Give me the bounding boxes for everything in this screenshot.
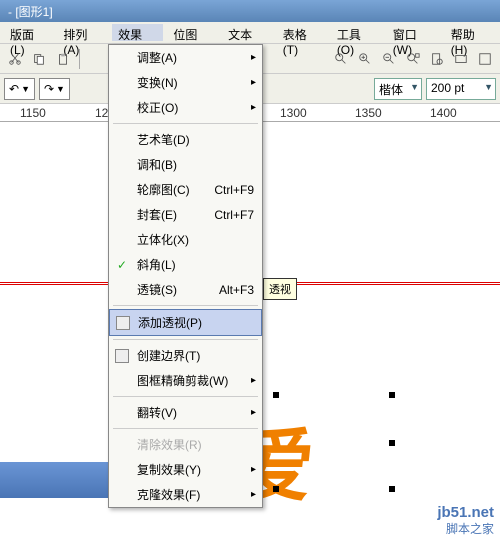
- ruler-tick: 1300: [280, 106, 307, 120]
- font-select[interactable]: 楷体: [374, 78, 422, 100]
- paste-button[interactable]: [52, 48, 74, 70]
- menu-item[interactable]: 透镜(S) Alt+F3: [109, 277, 262, 302]
- zoom-width-button[interactable]: [450, 48, 472, 70]
- menu-item-label: 调和(B): [137, 156, 177, 173]
- menu-separator: [113, 339, 258, 340]
- font-size: 200 pt: [431, 81, 464, 95]
- menu-item[interactable]: 立体化(X): [109, 227, 262, 252]
- menubar: 版面(L) 排列(A) 效果(C) 位图(B) 文本(X) 表格(T) 工具(O…: [0, 22, 500, 44]
- effects-menu-dropdown: 调整(A) 变换(N) 校正(O) 艺术笔(D) 调和(B) 轮廓图(C) Ctrl+F9 封…: [108, 44, 263, 508]
- menu-item-label: 克隆效果(F): [137, 486, 200, 503]
- menu-item[interactable]: 创建边界(T): [109, 343, 262, 368]
- menu-item-label: 调整(A): [137, 49, 177, 66]
- handle-n[interactable]: [273, 392, 279, 398]
- handle-e[interactable]: [389, 440, 395, 446]
- menu-item[interactable]: 调整(A): [109, 45, 262, 70]
- menu-item[interactable]: 校正(O): [109, 95, 262, 120]
- title-text: - [图形1]: [8, 3, 53, 20]
- menu-item: 清除效果(R): [109, 432, 262, 457]
- menu-item-label: 清除效果(R): [137, 436, 202, 453]
- menu-item[interactable]: 封套(E) Ctrl+F7: [109, 202, 262, 227]
- menu-window[interactable]: 窗口(W): [387, 24, 441, 41]
- menu-item[interactable]: 斜角(L): [109, 252, 262, 277]
- menu-item[interactable]: 图框精确剪裁(W): [109, 368, 262, 393]
- menu-item[interactable]: 轮廓图(C) Ctrl+F9: [109, 177, 262, 202]
- copy-button[interactable]: [28, 48, 50, 70]
- menu-item-label: 斜角(L): [137, 256, 176, 273]
- fontsize-select[interactable]: 200 pt: [426, 78, 496, 100]
- menu-effects[interactable]: 效果(C): [112, 24, 163, 41]
- ruler-tick: 1400: [430, 106, 457, 120]
- tooltip: 透视: [263, 278, 297, 300]
- menu-tools[interactable]: 工具(O): [331, 24, 383, 41]
- menu-item-shortcut: Alt+F3: [219, 283, 254, 297]
- menu-text[interactable]: 文本(X): [222, 24, 273, 41]
- menu-item-label: 透镜(S): [137, 281, 177, 298]
- menu-item-label: 校正(O): [137, 99, 178, 116]
- redo-icon: ↷: [44, 82, 54, 96]
- menu-table[interactable]: 表格(T): [277, 24, 327, 41]
- watermark-cn: 脚本之家: [437, 522, 494, 538]
- menu-item-label: 翻转(V): [137, 404, 177, 421]
- zoom-fit-button[interactable]: [402, 48, 424, 70]
- menu-item-label: 艺术笔(D): [137, 131, 190, 148]
- menu-separator: [113, 305, 258, 306]
- zoom-in-button[interactable]: [354, 48, 376, 70]
- menu-item-label: 创建边界(T): [137, 347, 200, 364]
- titlebar: - [图形1]: [0, 0, 500, 22]
- menu-bitmap[interactable]: 位图(B): [167, 24, 218, 41]
- menu-item-label: 封套(E): [137, 206, 177, 223]
- font-name: 楷体: [379, 83, 403, 97]
- menu-item-shortcut: Ctrl+F9: [214, 183, 254, 197]
- cut-button[interactable]: [4, 48, 26, 70]
- menu-item-label: 立体化(X): [137, 231, 189, 248]
- menu-item-label: 图框精确剪裁(W): [137, 372, 228, 389]
- menu-item-label: 轮廓图(C): [137, 181, 190, 198]
- menu-item[interactable]: 变换(N): [109, 70, 262, 95]
- menu-help[interactable]: 帮助(H): [445, 24, 496, 41]
- menu-item-label: 变换(N): [137, 74, 178, 91]
- menu-item[interactable]: 复制效果(Y): [109, 457, 262, 482]
- menu-separator: [113, 123, 258, 124]
- menu-item[interactable]: 克隆效果(F): [109, 482, 262, 507]
- menu-item[interactable]: 调和(B): [109, 152, 262, 177]
- menu-separator: [113, 396, 258, 397]
- menu-item[interactable]: 艺术笔(D): [109, 127, 262, 152]
- undo-button[interactable]: ↶▼: [4, 78, 35, 100]
- menu-item[interactable]: 翻转(V): [109, 400, 262, 425]
- menu-separator: [113, 428, 258, 429]
- menu-item-label: 复制效果(Y): [137, 461, 201, 478]
- redo-button[interactable]: ↷▼: [39, 78, 70, 100]
- ruler-tick: 1150: [20, 106, 46, 120]
- handle-s[interactable]: [273, 486, 279, 492]
- handle-ne[interactable]: [389, 392, 395, 398]
- watermark: jb51.net 脚本之家: [437, 503, 494, 538]
- watermark-url: jb51.net: [437, 503, 494, 523]
- zoom-all-button[interactable]: [474, 48, 496, 70]
- zoom-out-button[interactable]: [378, 48, 400, 70]
- menu-item-icon: [116, 316, 130, 330]
- menu-arrange[interactable]: 排列(A): [57, 24, 108, 41]
- menu-layout[interactable]: 版面(L): [4, 24, 53, 41]
- menu-item-icon: [115, 349, 129, 363]
- ruler-tick: 1350: [355, 106, 382, 120]
- separator: [79, 49, 80, 69]
- undo-icon: ↶: [9, 82, 19, 96]
- menu-item-label: 添加透视(P): [138, 314, 202, 331]
- zoom-page-button[interactable]: [426, 48, 448, 70]
- menu-item[interactable]: 添加透视(P): [109, 309, 262, 336]
- menu-item-shortcut: Ctrl+F7: [214, 208, 254, 222]
- handle-se[interactable]: [389, 486, 395, 492]
- zoom-levels-button[interactable]: [330, 48, 352, 70]
